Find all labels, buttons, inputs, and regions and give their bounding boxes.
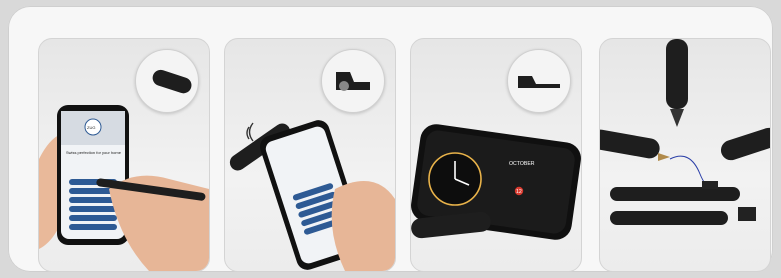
- stand-zoom: [321, 49, 385, 113]
- stand-pen: [610, 211, 728, 225]
- product-gallery: ZUG Swiss perfection for your home OCTOB…: [8, 6, 773, 272]
- fountain-pen: [600, 129, 660, 159]
- fountain-nib: [658, 153, 670, 161]
- calendar-month: OCTOBER: [509, 161, 535, 167]
- highlight-day: 12: [516, 189, 522, 195]
- calendar-stand-zoom: [507, 49, 571, 113]
- ballpoint-pen: [610, 187, 740, 201]
- pens-scene: [600, 39, 770, 225]
- gallery-image-pens[interactable]: [599, 38, 771, 272]
- stylus-pen: [720, 127, 770, 161]
- stand-clip-icon: [518, 76, 560, 88]
- gallery-image-stylus[interactable]: ZUG Swiss perfection for your home: [38, 38, 210, 272]
- signal-icon: [246, 122, 254, 142]
- gallery-image-calendar[interactable]: OCTOBER 12: [410, 38, 582, 272]
- pen-tip: [670, 109, 684, 127]
- hand: [331, 181, 395, 271]
- brand-text: ZUG: [87, 125, 95, 130]
- stylus-tip-icon: [152, 69, 192, 94]
- stylus-tip-zoom: [135, 49, 199, 113]
- app-headline: Swiss perfection for your home: [66, 150, 122, 155]
- pen-vertical: [666, 39, 688, 109]
- gallery-image-stand[interactable]: [224, 38, 396, 272]
- ink-line: [669, 155, 731, 193]
